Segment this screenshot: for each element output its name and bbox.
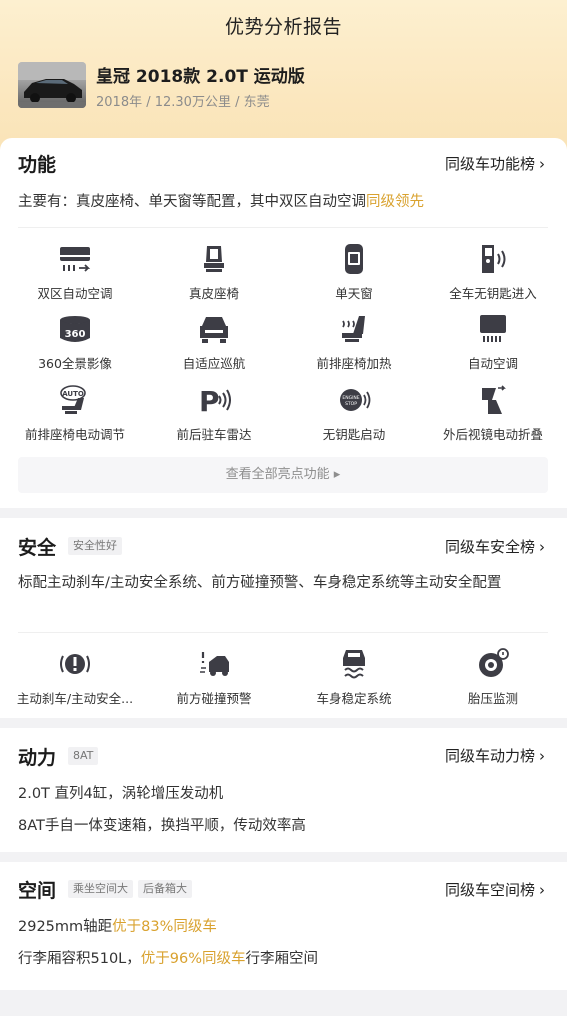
car-meta: 2018年 / 12.30万公里 / 东莞: [96, 95, 270, 110]
chevron-right-icon: ›: [539, 155, 545, 173]
feature-360-camera[interactable]: 360 360全景影像: [4, 313, 146, 372]
safety-summary: 标配主动刹车/主动安全系统、前方碰撞预警、车身稳定系统等主动安全配置: [18, 575, 502, 591]
safety-title: 安全: [18, 537, 57, 559]
sunroof-icon: [345, 244, 363, 274]
leather-seat-icon: [204, 246, 224, 272]
feature-parking-radar[interactable]: P 前后驻车雷达: [143, 384, 285, 443]
svg-text:STOP: STOP: [345, 401, 357, 407]
power-seat-icon: AUTO: [60, 385, 86, 414]
feature-sunroof[interactable]: 单天窗: [283, 243, 425, 302]
space-wheelbase: 2925mm轴距优于83%同级车: [18, 919, 217, 935]
keyless-entry-icon: [482, 245, 506, 273]
keyless-start-icon: ENGINE STOP: [340, 389, 371, 411]
auto-ac-icon: [480, 315, 506, 342]
active-brake-icon: [60, 654, 90, 674]
page-title: 优势分析报告: [224, 16, 342, 38]
divider: [18, 632, 548, 633]
adaptive-cruise-icon: [200, 317, 228, 343]
safety-tag: 安全性好: [68, 537, 122, 555]
safety-rank-link[interactable]: 同级车安全榜 ›: [445, 536, 545, 557]
power-engine: 2.0T 直列4缸，涡轮增压发动机: [18, 786, 224, 802]
function-title: 功能: [18, 154, 57, 176]
360-camera-icon: 360: [60, 316, 90, 342]
stability-control-icon: [343, 650, 365, 679]
dual-zone-ac-icon: [60, 247, 91, 272]
car-name: 皇冠 2018款 2.0T 运动版: [96, 67, 305, 87]
feature-keyless-start[interactable]: ENGINE STOP 无钥匙启动: [283, 384, 425, 443]
svg-text:ENGINE: ENGINE: [342, 395, 359, 401]
power-title: 动力: [18, 747, 57, 769]
space-tag-seating: 乘坐空间大: [68, 880, 133, 898]
space-title: 空间: [18, 880, 57, 902]
power-rank-link[interactable]: 同级车动力榜 ›: [445, 745, 545, 766]
chevron-right-icon: ›: [539, 747, 545, 765]
feature-stability-control[interactable]: 车身稳定系统: [283, 648, 425, 707]
svg-text:P: P: [199, 385, 220, 416]
power-transmission: 8AT手自一体变速箱，换挡平顺，传动效率高: [18, 818, 306, 834]
feature-power-seat[interactable]: AUTO 前排座椅电动调节: [4, 384, 146, 443]
chevron-right-icon: ›: [539, 881, 545, 899]
svg-text:AUTO: AUTO: [62, 390, 84, 398]
parking-radar-icon: P: [199, 385, 231, 416]
mirror-fold-icon: [482, 385, 506, 414]
collision-warning-icon: [200, 652, 229, 676]
space-tag-trunk: 后备箱大: [138, 880, 192, 898]
feature-adaptive-cruise[interactable]: 自适应巡航: [143, 313, 285, 372]
view-all-features-button[interactable]: 查看全部亮点功能 ▸: [18, 457, 548, 493]
feature-active-brake[interactable]: 主动刹车/主动安全...: [4, 648, 146, 707]
feature-keyless-entry[interactable]: 全车无钥匙进入: [422, 243, 564, 302]
divider: [18, 227, 548, 228]
feature-dual-zone-ac[interactable]: 双区自动空调: [4, 243, 146, 302]
tire-pressure-icon: [479, 648, 509, 677]
space-trunk: 行李厢容积510L，优于96%同级车行李厢空间: [18, 951, 318, 967]
svg-text:360: 360: [65, 329, 86, 340]
chevron-right-icon: ›: [539, 538, 545, 556]
feature-leather-seat[interactable]: 真皮座椅: [143, 243, 285, 302]
function-summary: 主要有：真皮座椅、单天窗等配置，其中双区自动空调同级领先: [18, 194, 424, 210]
feature-collision-warning[interactable]: 前方碰撞预警: [143, 648, 285, 707]
feature-mirror-fold[interactable]: 外后视镜电动折叠: [422, 384, 564, 443]
space-rank-link[interactable]: 同级车空间榜 ›: [445, 879, 545, 900]
power-tag: 8AT: [68, 747, 99, 765]
feature-tire-pressure[interactable]: 胎压监测: [422, 648, 564, 707]
feature-seat-heating[interactable]: 前排座椅加热: [283, 313, 425, 372]
feature-auto-ac[interactable]: 自动空调: [422, 313, 564, 372]
car-thumbnail[interactable]: [18, 62, 86, 108]
function-rank-link[interactable]: 同级车功能榜 ›: [445, 153, 545, 174]
seat-heating-icon: [342, 316, 365, 342]
